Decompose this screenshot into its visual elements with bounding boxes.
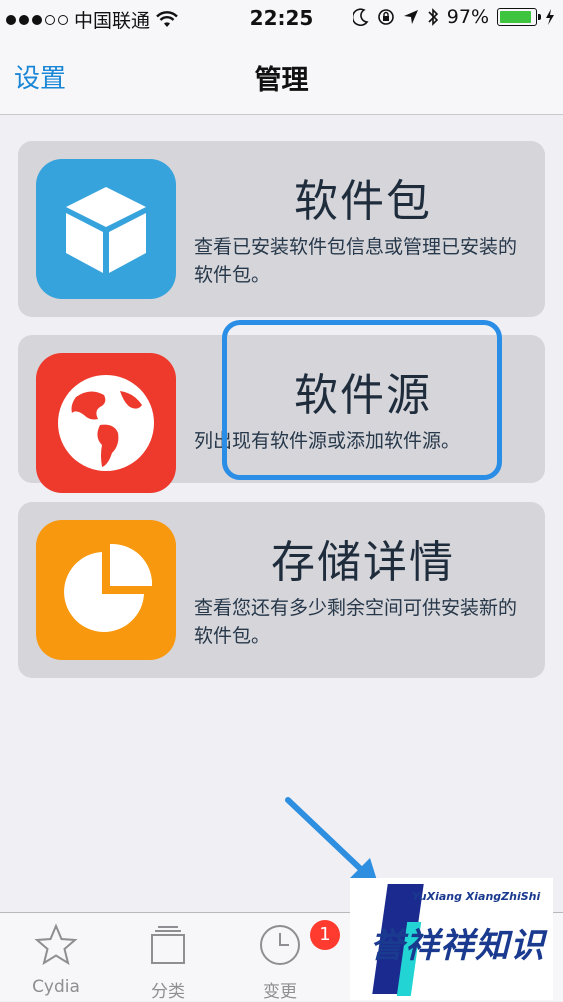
- card-description: 查看您还有多少剩余空间可供安装新的软件包。: [194, 597, 518, 647]
- card-title: 存储详情: [271, 537, 455, 588]
- card-title: 软件包: [294, 176, 432, 227]
- pie-chart-icon: [36, 520, 176, 660]
- clock-icon: [260, 925, 300, 965]
- changes-badge: 1: [310, 920, 340, 950]
- globe-icon: [36, 353, 176, 493]
- watermark-big-text: 誉祥祥知识: [370, 926, 545, 966]
- watermark-logo: YuXiang XiangZhiShi 誉祥祥知识: [350, 878, 553, 1000]
- tab-sections[interactable]: 分类: [112, 913, 224, 1002]
- sections-icon: [151, 926, 185, 964]
- status-right: 97%: [352, 6, 555, 28]
- page-title: 管理: [254, 65, 309, 96]
- highlight-box: [222, 320, 502, 480]
- tab-label: Cydia: [32, 977, 80, 997]
- tab-label: 分类: [151, 982, 185, 1002]
- tab-label: 变更: [263, 982, 297, 1002]
- rotation-lock-icon: [377, 9, 394, 25]
- card-storage[interactable]: 存储详情 查看您还有多少剩余空间可供安装新的软件包。: [18, 502, 545, 678]
- tab-cydia[interactable]: Cydia: [0, 913, 112, 1001]
- bluetooth-icon: [428, 8, 438, 26]
- battery-percent: 97%: [446, 6, 489, 28]
- navigation-bar: 设置 管理: [0, 38, 563, 115]
- moon-icon: [352, 8, 369, 26]
- location-icon: [403, 10, 418, 24]
- star-icon: [34, 923, 78, 966]
- status-bar: 中国联通 22:25 97%: [0, 0, 563, 38]
- card-packages[interactable]: 软件包 查看已安装软件包信息或管理已安装的软件包。: [18, 141, 545, 317]
- watermark-small-text: YuXiang XiangZhiShi: [412, 890, 541, 903]
- card-description: 查看已安装软件包信息或管理已安装的软件包。: [194, 236, 518, 286]
- battery-icon: [497, 8, 541, 26]
- box-icon: [36, 159, 176, 299]
- charging-icon: [546, 9, 554, 25]
